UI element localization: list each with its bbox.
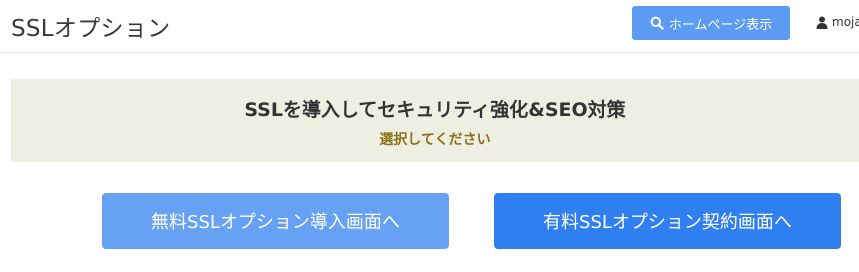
banner-subtitle: 選択してください bbox=[379, 132, 491, 148]
banner-title: SSLを導入してセキュリティ強化&SEO対策 bbox=[244, 99, 626, 121]
user-icon bbox=[816, 16, 828, 29]
search-icon bbox=[650, 16, 664, 30]
homepage-view-button[interactable]: ホームページ表示 bbox=[632, 6, 790, 40]
header: SSLオプション ホームページ表示 moja bbox=[0, 0, 859, 53]
homepage-view-label: ホームページ表示 bbox=[668, 17, 773, 33]
user-name: moja bbox=[832, 15, 859, 29]
banner-pointer bbox=[451, 83, 469, 92]
paid-ssl-option-button[interactable]: 有料SSLオプション契約画面へ bbox=[494, 193, 841, 249]
user-menu[interactable]: moja bbox=[816, 15, 859, 29]
page-title: SSLオプション bbox=[11, 16, 171, 42]
free-ssl-option-button[interactable]: 無料SSLオプション導入画面へ bbox=[102, 193, 449, 249]
ssl-intro-banner: SSLを導入してセキュリティ強化&SEO対策 選択してください bbox=[11, 79, 859, 162]
